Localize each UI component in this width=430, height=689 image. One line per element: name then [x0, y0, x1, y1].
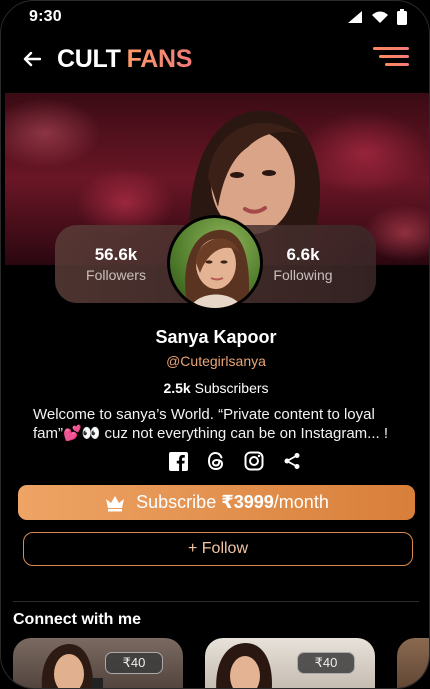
status-bar: 9:30: [1, 1, 429, 33]
avatar-portrait: [185, 229, 250, 308]
following-label: Following: [273, 267, 333, 283]
status-time: 9:30: [29, 8, 62, 25]
followers-stat[interactable]: 56.6k Followers: [81, 245, 151, 283]
subscribers-count: 2.5k: [163, 380, 191, 396]
phone-screen: 9:30 CULT FANS 56.6k Followers 6.6k Foll…: [0, 0, 430, 689]
menu-icon-line: [379, 55, 409, 58]
profile-bio: Welcome to sanya’s World. “Private conte…: [33, 406, 389, 442]
subscribers-label: Subscribers: [194, 380, 269, 396]
share-link[interactable]: [282, 451, 302, 471]
instagram-link[interactable]: [244, 451, 264, 471]
brand-logo-part2: FANS: [126, 44, 193, 73]
threads-icon: [207, 451, 224, 471]
connect-section-title: Connect with me: [13, 611, 142, 628]
threads-link[interactable]: [206, 451, 226, 471]
avatar-image: [170, 218, 260, 308]
follow-button[interactable]: + Follow: [23, 532, 413, 566]
menu-icon-line: [385, 63, 409, 66]
following-stat[interactable]: 6.6k Following: [268, 245, 338, 283]
subscribe-button[interactable]: Subscribe ₹3999/month: [18, 485, 415, 520]
profile-handle[interactable]: @Cutegirlsanya: [1, 353, 429, 369]
menu-icon-line: [373, 47, 409, 50]
menu-button[interactable]: [371, 47, 409, 69]
connect-card[interactable]: [397, 638, 429, 688]
social-links: [168, 451, 302, 471]
following-count: 6.6k: [286, 245, 320, 264]
connect-card-price: ₹40: [297, 652, 355, 674]
status-icons: [347, 9, 407, 25]
instagram-icon: [244, 451, 264, 471]
back-button[interactable]: [21, 48, 43, 70]
subscribe-prefix: Subscribe: [136, 492, 217, 512]
avatar[interactable]: [167, 215, 263, 311]
brand-logo-part1: CULT: [57, 44, 121, 73]
connect-card[interactable]: ₹40: [13, 638, 183, 688]
battery-icon: [397, 9, 407, 25]
subscribe-label: Subscribe ₹3999/month: [136, 492, 329, 513]
back-arrow-icon: [23, 51, 41, 67]
subscribe-suffix: /month: [273, 492, 329, 512]
signal-icon: [348, 10, 362, 23]
wifi-icon: [372, 11, 388, 23]
subscribe-price: ₹3999: [221, 492, 274, 512]
profile-name: Sanya Kapoor: [155, 327, 277, 347]
brand-logo: CULT FANS: [57, 45, 192, 74]
followers-count: 56.6k: [94, 245, 138, 264]
crown-icon: [106, 495, 125, 511]
top-app-bar: CULT FANS: [1, 41, 429, 77]
connect-card-price: ₹40: [105, 652, 163, 674]
share-icon: [284, 453, 300, 469]
facebook-icon: [168, 451, 188, 471]
subscribers-line: 2.5k Subscribers: [1, 380, 429, 396]
followers-label: Followers: [86, 267, 146, 283]
facebook-link[interactable]: [168, 451, 188, 471]
connect-cards-row: ₹40 ₹40: [13, 638, 429, 688]
connect-card[interactable]: ₹40: [205, 638, 375, 688]
section-divider: [13, 601, 419, 602]
